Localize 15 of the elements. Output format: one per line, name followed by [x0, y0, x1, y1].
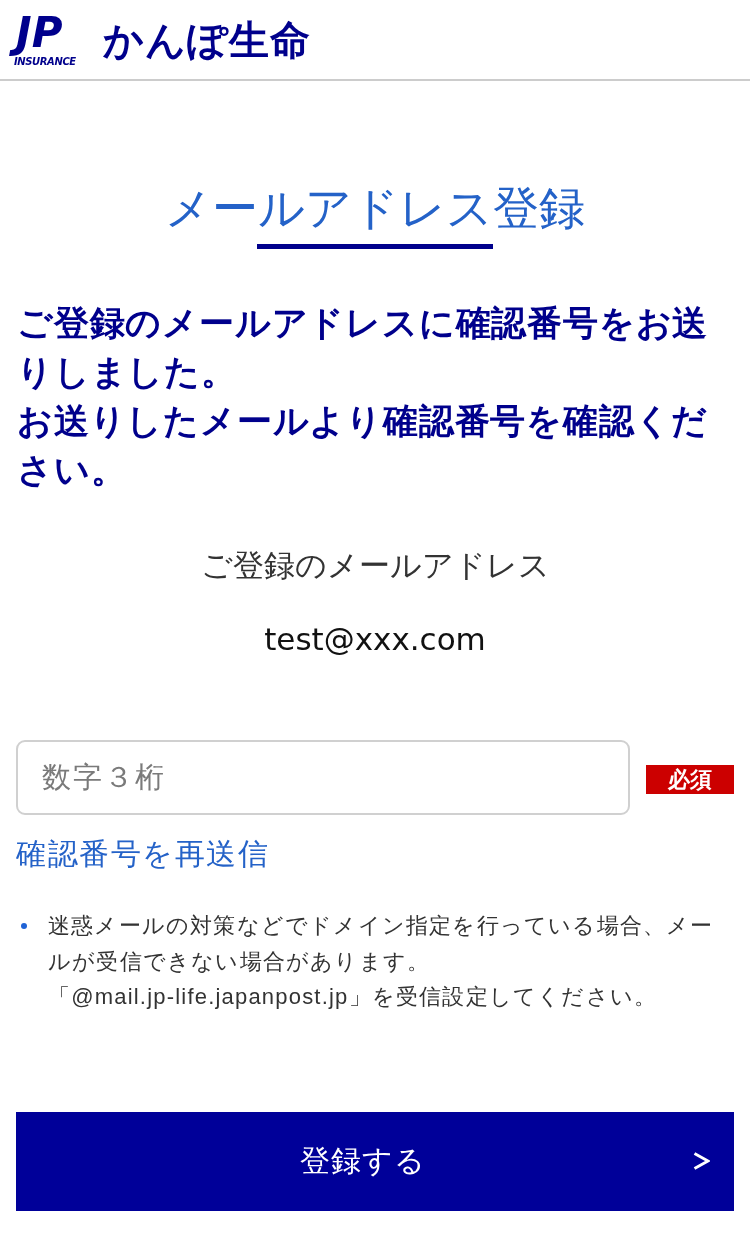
page-title: メールアドレス登録 [165, 181, 585, 236]
resend-link[interactable]: 確認番号を再送信 [16, 837, 269, 870]
note-text: 「@mail.jp-life.japanpost.jp」を受信設定してください。 [48, 983, 659, 1011]
email-value: test@xxx.com [264, 620, 486, 659]
code-input[interactable]: 数字３桁 [16, 740, 630, 815]
info-message: ご登録のメールアドレスに確認番号をお送りしました。 [16, 302, 710, 393]
bullet-icon [21, 923, 27, 929]
note-text: 迷惑メールの対策などでドメイン指定を行っている場合、メールが受信できない場合があります。 [48, 912, 715, 976]
info-message: お送りしたメールより確認番号を確認ください。 [16, 400, 710, 491]
logo-subtitle: INSURANCE [14, 56, 77, 68]
chevron-right-icon [693, 1152, 710, 1170]
brand-name: かんぽ生命 [103, 16, 311, 64]
required-badge: 必須 [646, 765, 734, 794]
email-label: ご登録のメールアドレス [200, 547, 550, 585]
submit-button[interactable]: 登録する [16, 1111, 734, 1211]
